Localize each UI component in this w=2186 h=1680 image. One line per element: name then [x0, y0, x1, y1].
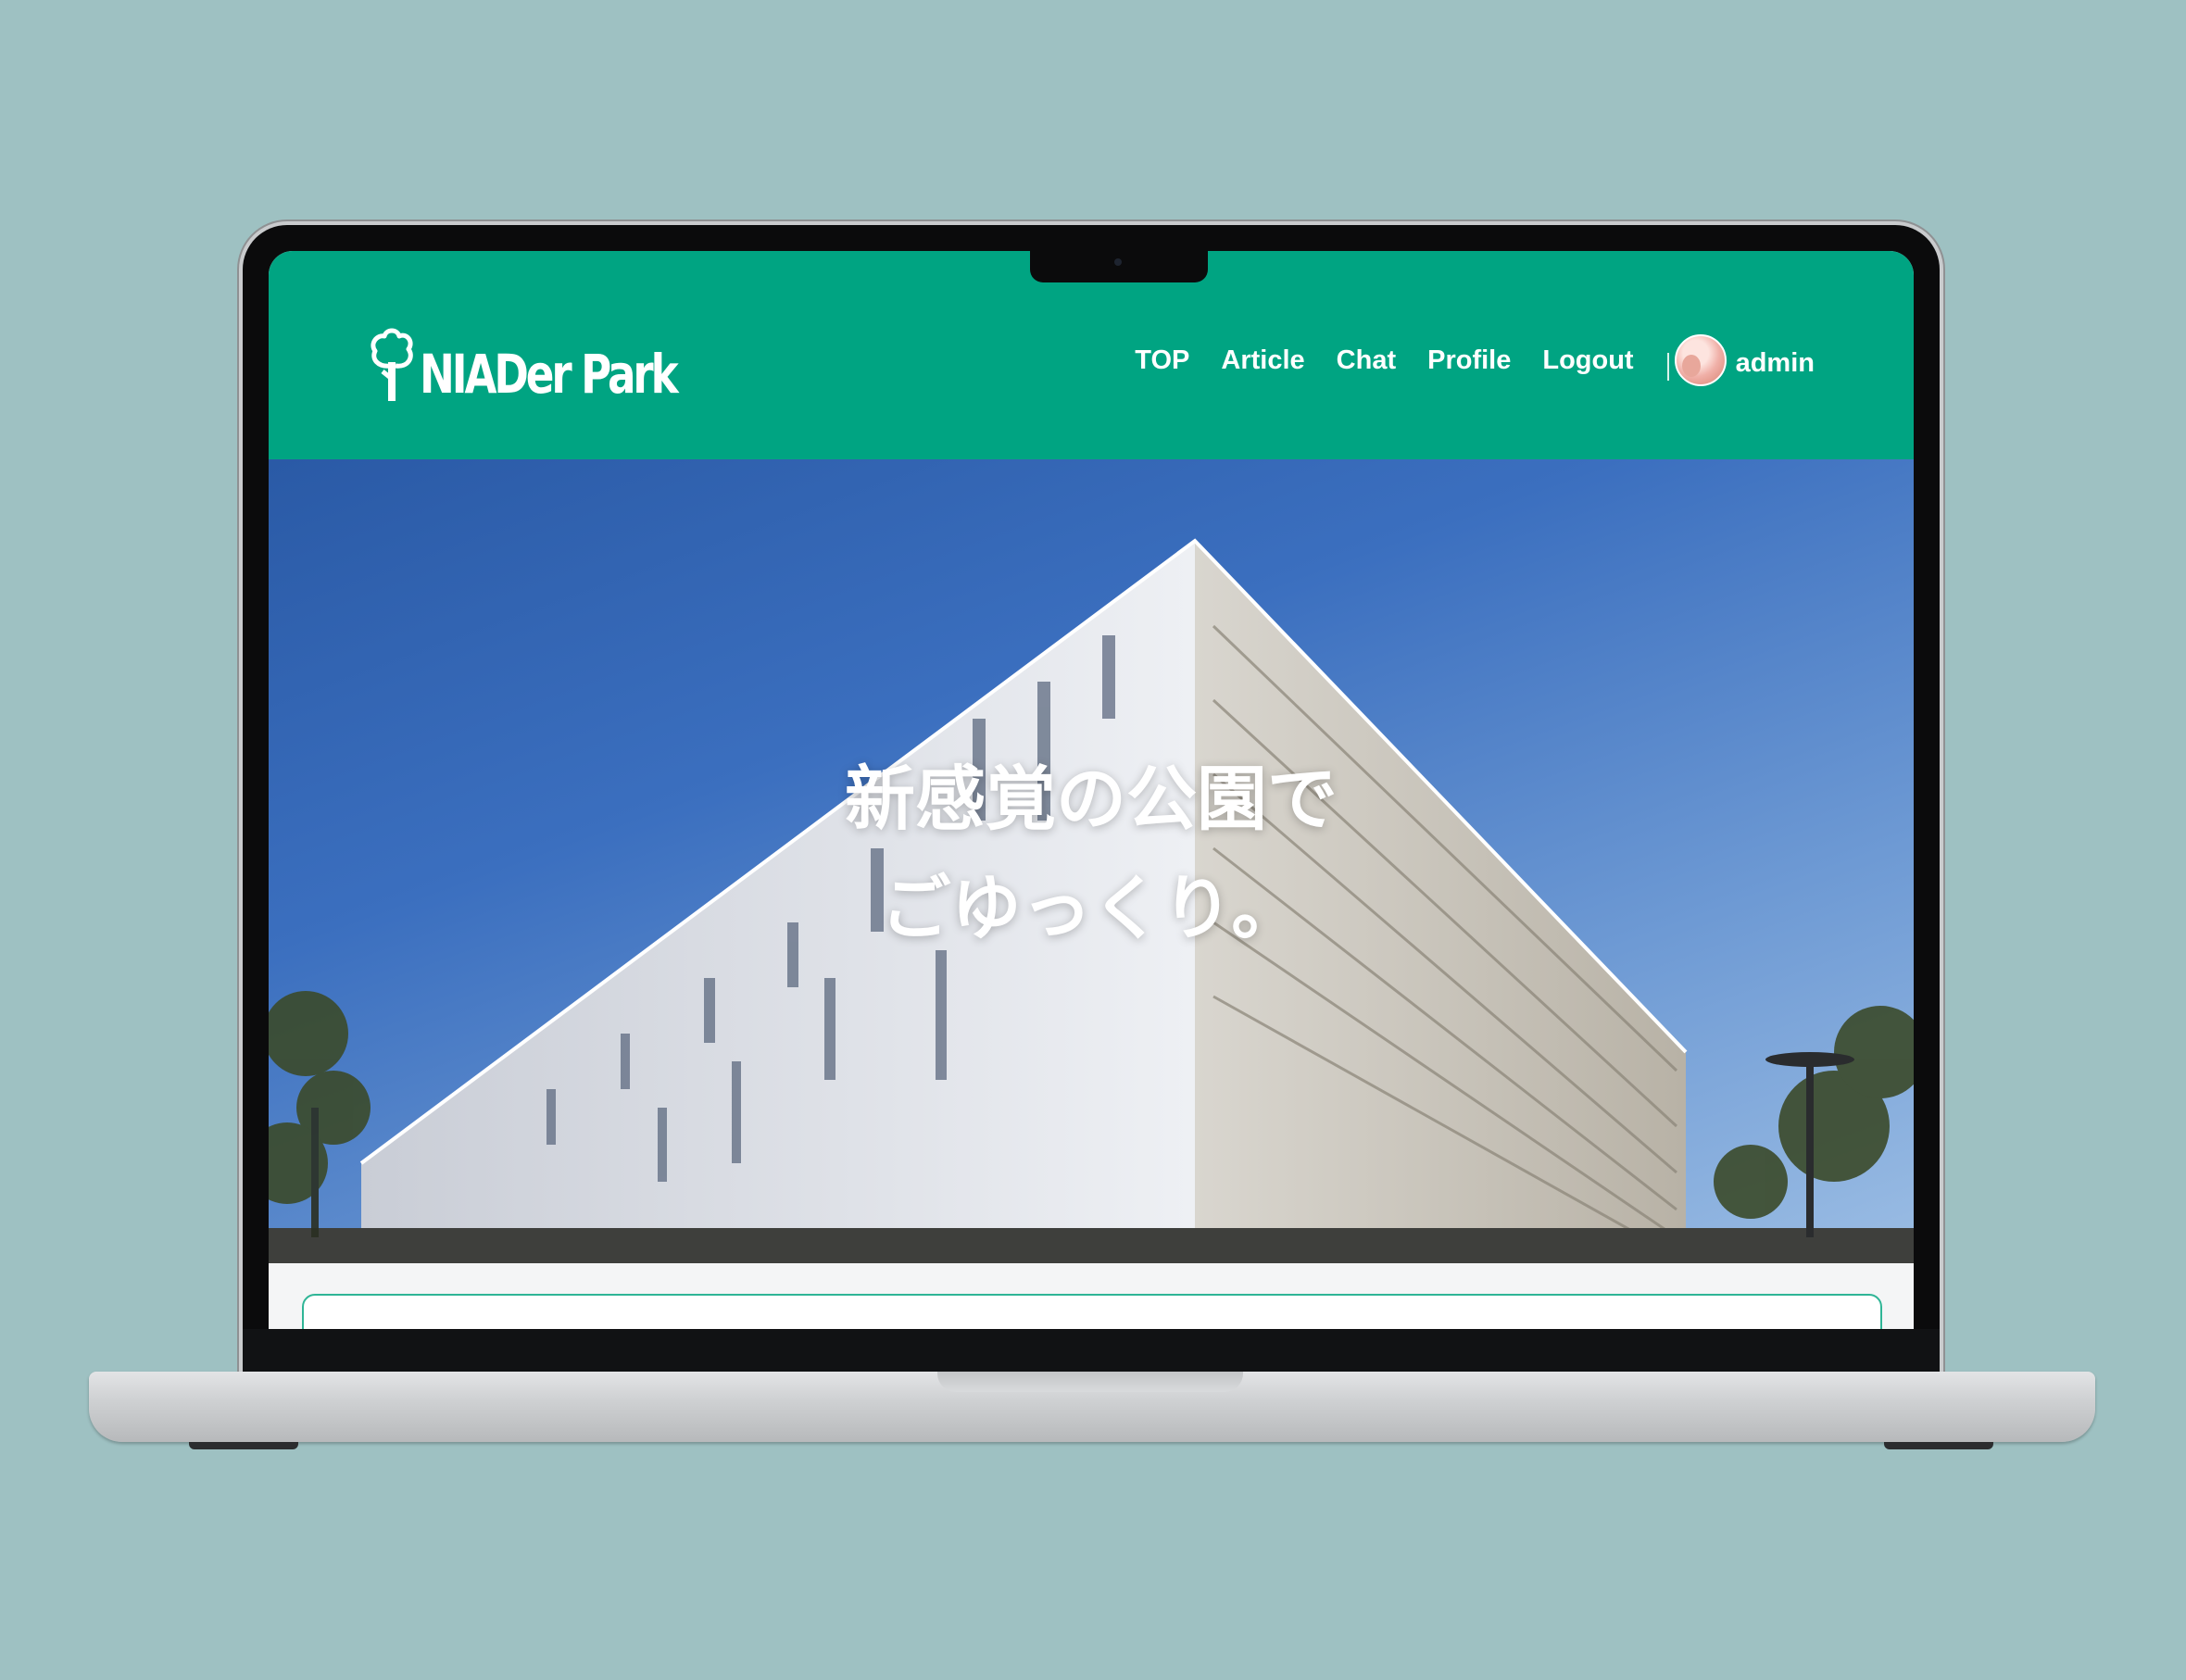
- tree-icon: [371, 328, 413, 401]
- avatar-image: [1681, 355, 1701, 377]
- nav-logout[interactable]: Logout: [1542, 345, 1633, 376]
- hero-title: 新感覚の公園で ごゆっくり。: [269, 745, 1914, 963]
- laptop-foot-left: [189, 1442, 298, 1449]
- nav-chat[interactable]: Chat: [1337, 345, 1396, 376]
- nav-article[interactable]: Article: [1221, 345, 1304, 376]
- hero-title-line-2: ごゆっくり。: [880, 867, 1302, 949]
- user-name[interactable]: admin: [1736, 348, 1815, 379]
- nav-profile[interactable]: Profile: [1427, 345, 1511, 376]
- content-area: [269, 1263, 1914, 1329]
- main-nav: TOP Article Chat Profile Logout admin: [1103, 332, 1815, 388]
- camera-icon: [1114, 258, 1122, 266]
- laptop-lid: NIADer Park TOP Article Chat Profile Log…: [243, 225, 1940, 1372]
- user-avatar[interactable]: [1674, 334, 1727, 386]
- content-card: [302, 1294, 1882, 1329]
- camera-notch: [1030, 251, 1208, 282]
- logo-text: NIADer Park: [420, 343, 679, 406]
- hero-section: 新感覚の公園で ごゆっくり。: [269, 459, 1914, 1263]
- hero-title-line-1: 新感覚の公園で: [845, 758, 1338, 840]
- nav-top[interactable]: TOP: [1135, 345, 1189, 376]
- nav-divider: [1666, 353, 1669, 381]
- mockup-scene: NIADer Park TOP Article Chat Profile Log…: [0, 0, 2186, 1680]
- laptop-base: [89, 1372, 2095, 1442]
- lid-opening-notch: [937, 1372, 1243, 1392]
- laptop-foot-right: [1884, 1442, 1993, 1449]
- site-logo[interactable]: NIADer Park: [368, 320, 748, 403]
- browser-screen: NIADer Park TOP Article Chat Profile Log…: [269, 251, 1914, 1329]
- screen-bottom-bezel: [243, 1329, 1940, 1372]
